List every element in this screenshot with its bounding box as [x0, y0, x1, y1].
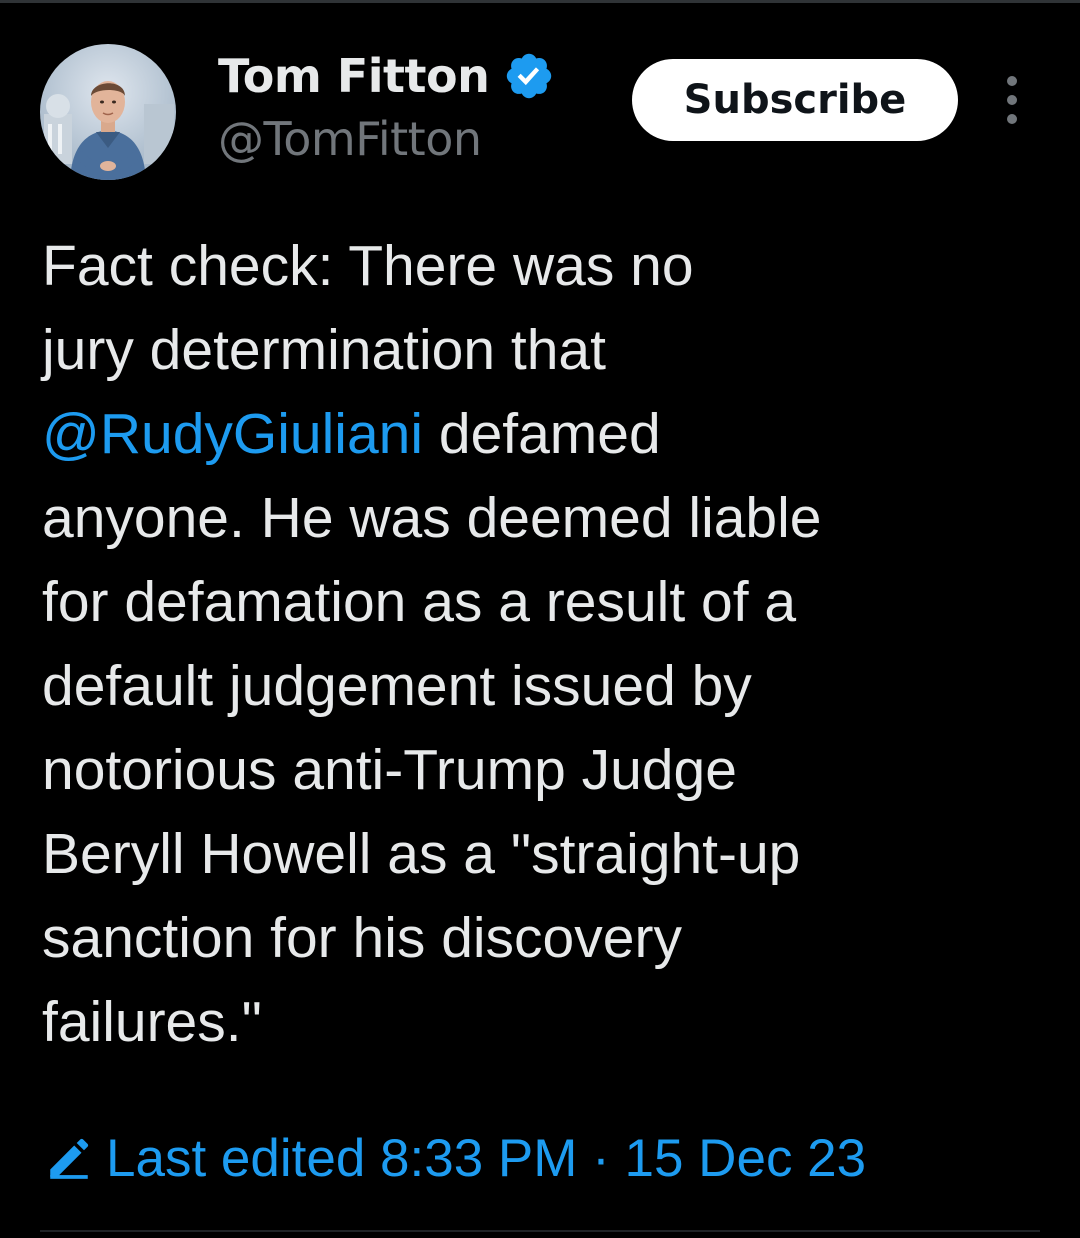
tweet-line: Fact check: There was no — [42, 234, 694, 298]
tweet-line: anyone. He was deemed liable — [42, 486, 822, 550]
tweet-line: @RudyGiuliani defamed — [42, 392, 1042, 476]
profile-photo-icon — [40, 44, 176, 180]
top-divider — [0, 0, 1080, 3]
more-dot — [1007, 114, 1017, 124]
more-dot — [1007, 76, 1017, 86]
more-options-icon[interactable] — [996, 76, 1028, 124]
subscribe-button[interactable]: Subscribe — [632, 59, 958, 141]
last-edited-link[interactable]: Last edited 8:33 PM · 15 Dec 23 — [44, 1122, 866, 1194]
verified-badge-icon — [503, 50, 555, 102]
tweet-line: default judgement issued by — [42, 654, 752, 718]
user-handle[interactable]: @TomFitton — [218, 112, 482, 166]
pencil-edit-icon — [44, 1133, 94, 1183]
tweet-line: sanction for his discovery — [42, 906, 682, 970]
more-dot — [1007, 95, 1017, 105]
tweet-line-text: defamed — [423, 402, 661, 466]
bottom-divider — [40, 1230, 1040, 1232]
avatar[interactable] — [40, 44, 176, 180]
tweet-line: notorious anti-Trump Judge — [42, 738, 737, 802]
tweet-line: Beryll Howell as a "straight-up — [42, 822, 801, 886]
display-name[interactable]: Tom Fitton — [218, 49, 490, 103]
tweet-line: for defamation as a result of a — [42, 570, 797, 634]
display-name-row[interactable]: Tom Fitton — [218, 44, 555, 108]
last-edited-text[interactable]: Last edited 8:33 PM · 15 Dec 23 — [106, 1128, 866, 1189]
mention-link[interactable]: @RudyGiuliani — [42, 402, 423, 466]
tweet-text: Fact check: There was no jury determinat… — [42, 224, 1042, 1064]
tweet-line: failures." — [42, 990, 262, 1054]
tweet-line: jury determination that — [42, 318, 606, 382]
